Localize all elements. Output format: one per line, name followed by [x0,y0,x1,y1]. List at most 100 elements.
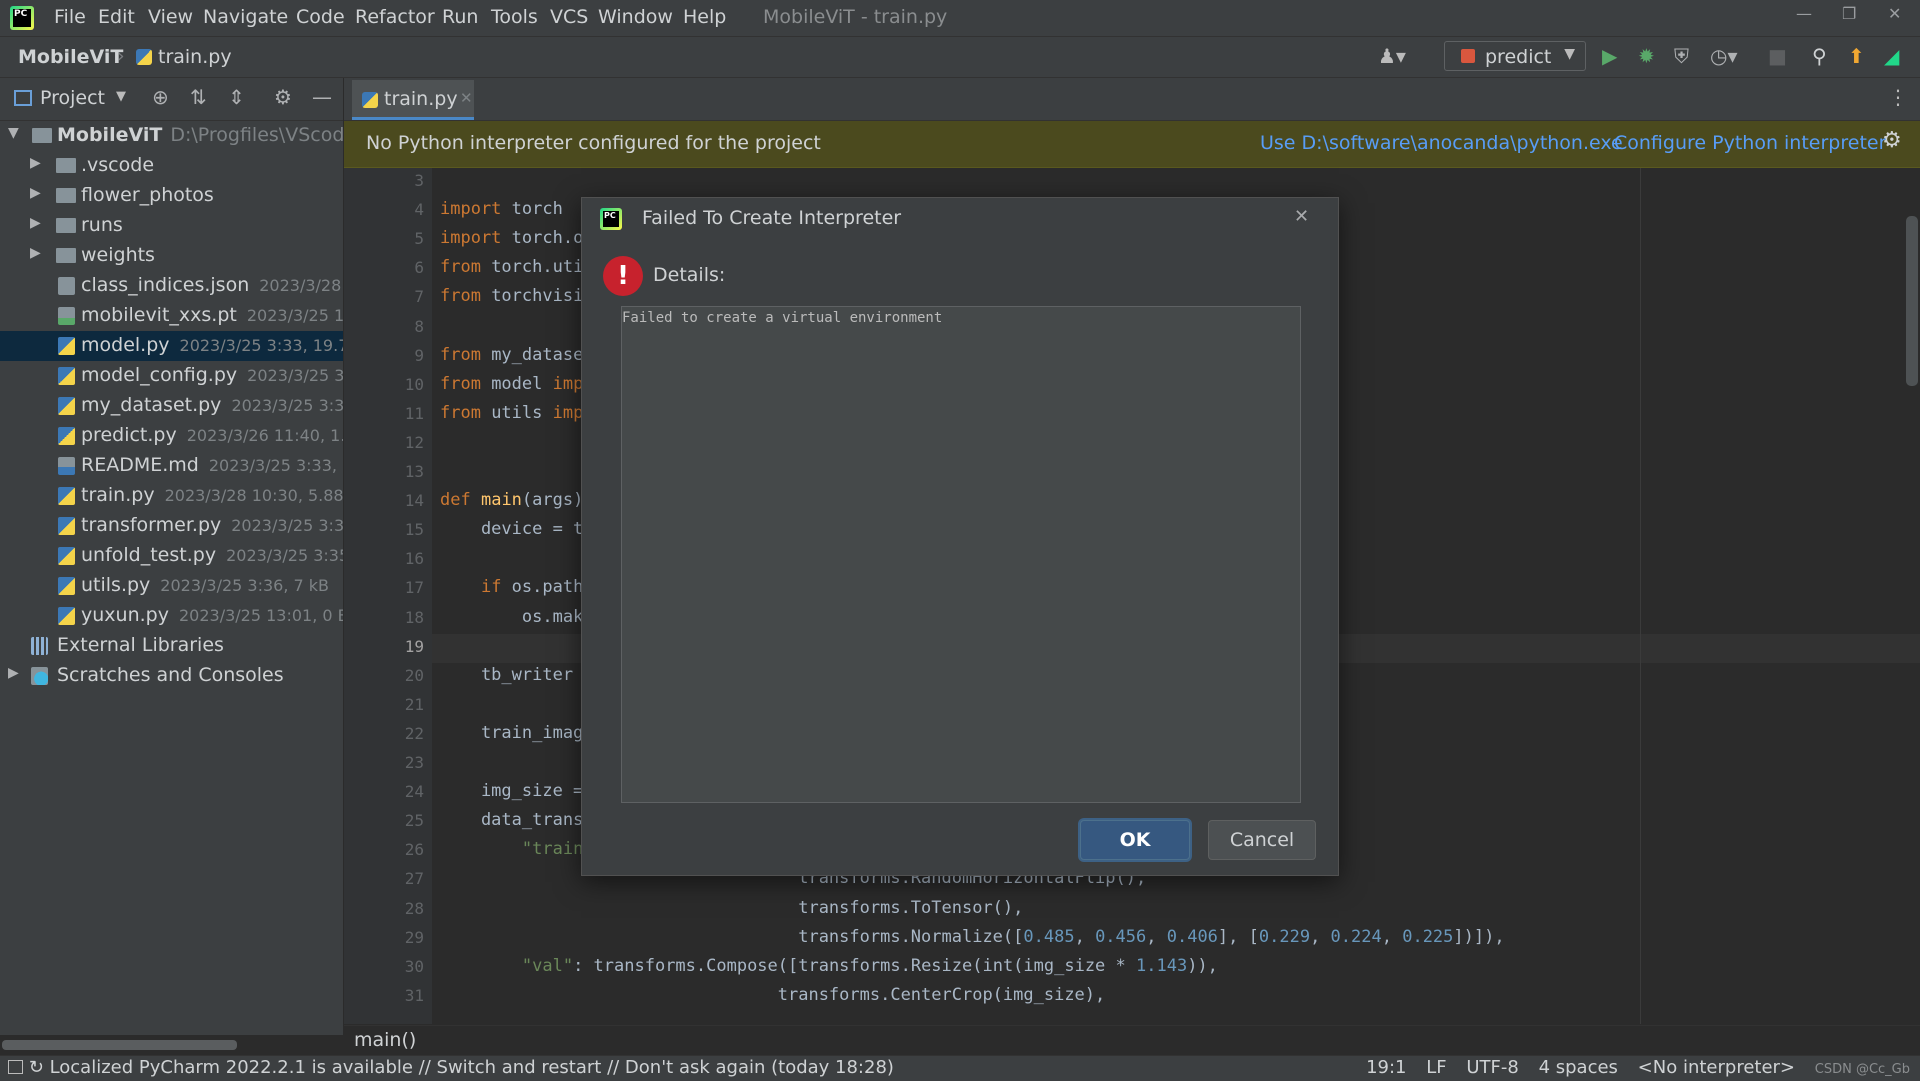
stop-icon[interactable]: ■ [1768,44,1787,68]
menu-tools[interactable]: Tools [491,6,538,28]
tree-item[interactable]: unfold_test.py 2023/3/25 3:35, 1 [0,541,343,571]
indent-setting[interactable]: 4 spaces [1539,1057,1618,1078]
chevron-right-icon[interactable]: ▶ [30,215,41,231]
menu-run[interactable]: Run [442,6,478,28]
coverage-icon[interactable]: ⛨ [1674,44,1689,68]
menu-window[interactable]: Window [598,6,673,28]
code-line[interactable]: transforms.Normalize([0.485, 0.456, 0.40… [440,927,1504,947]
menu-help[interactable]: Help [683,6,726,28]
update-icon[interactable]: ⬆ [1848,44,1865,68]
tree-item[interactable]: utils.py 2023/3/25 3:36, 7 kB [0,571,343,601]
project-view-select[interactable]: Project [40,87,105,109]
code-line[interactable]: transforms.ToTensor(), [440,898,1023,918]
code-line[interactable]: "train [440,839,583,859]
code-line[interactable]: os.mak [440,607,583,627]
menu-refactor[interactable]: Refactor [355,6,435,28]
code-line[interactable]: def main(args) [440,490,583,510]
tree-item[interactable]: ▶ weights [0,241,343,271]
ok-button[interactable]: OK [1080,820,1190,860]
status-message[interactable]: Localized PyCharm 2022.2.1 is available … [50,1057,894,1078]
line-number: 9 [414,345,424,365]
debug-icon[interactable]: ✹ [1638,44,1655,68]
use-interpreter-link[interactable]: Use D:\software\anocanda\python.exe [1260,132,1623,154]
close-icon[interactable]: ✕ [460,89,473,107]
tree-scratches[interactable]: ▶ Scratches and Consoles [0,661,343,691]
tree-root[interactable]: ▼ MobileViT D:\Progfiles\VScode\c [0,121,343,151]
minimize-icon[interactable]: — [1796,4,1812,23]
tree-item[interactable]: ▶ runs [0,211,343,241]
tree-item[interactable]: model_config.py 2023/3/25 3:34 [0,361,343,391]
tree-item[interactable]: predict.py 2023/3/26 11:40, 1.95 [0,421,343,451]
close-window-icon[interactable]: ✕ [1888,4,1901,23]
more-icon[interactable]: ⋮ [1888,85,1908,109]
pycharm-logo-icon[interactable]: PC [10,6,34,30]
tree-item[interactable]: class_indices.json 2023/3/28 10: [0,271,343,301]
code-line[interactable]: from torch.uti [440,257,583,277]
breadcrumb-function[interactable]: main() [354,1029,416,1051]
tree-item[interactable]: ▶ .vscode [0,151,343,181]
locate-icon[interactable]: ⊕ [152,85,169,109]
details-textarea[interactable]: Failed to create a virtual environment [621,306,1301,803]
hide-panel-icon[interactable]: — [312,85,332,109]
tree-item[interactable]: ▶ flower_photos [0,181,343,211]
code-line[interactable]: if os.path [440,577,583,597]
chevron-down-icon[interactable]: ▼ [116,89,126,104]
caret-position[interactable]: 19:1 [1366,1057,1406,1078]
tree-item[interactable]: yuxun.py 2023/3/25 13:01, 0 B [0,601,343,631]
tree-external-libraries[interactable]: External Libraries [0,631,343,661]
editor-scrollbar[interactable] [1906,216,1918,386]
project-tree-scrollbar[interactable] [2,1040,237,1050]
code-line[interactable]: import torch [440,199,563,219]
run-icon[interactable]: ▶ [1602,44,1617,68]
close-icon[interactable]: ✕ [1294,206,1309,227]
expand-all-icon[interactable]: ⇅ [190,85,207,109]
tree-item[interactable]: model.py 2023/3/25 3:33, 19.7 kB [0,331,343,361]
configure-interpreter-link[interactable]: Configure Python interpreter [1614,132,1886,154]
tab-train-py[interactable]: train.py ✕ [352,80,474,120]
profile-icon[interactable]: ◷▾ [1710,44,1738,68]
restore-icon[interactable]: ❐ [1842,4,1856,23]
menu-navigate[interactable]: Navigate [203,6,288,28]
code-line[interactable]: tb_writer [440,665,573,685]
py-file-icon [58,547,75,565]
gear-icon[interactable]: ⚙ [274,85,292,109]
tree-item[interactable]: transformer.py 2023/3/25 3:35, [0,511,343,541]
breadcrumb-file[interactable]: train.py [158,46,232,68]
chevron-right-icon[interactable]: ▶ [30,185,41,201]
chevron-right-icon[interactable]: ▶ [30,245,41,261]
chevron-right-icon[interactable]: ▶ [30,155,41,171]
cancel-button[interactable]: Cancel [1208,820,1316,860]
menu-edit[interactable]: Edit [98,6,135,28]
gear-icon[interactable]: ⚙ [1882,128,1902,153]
code-line[interactable]: "val": transforms.Compose([transforms.Re… [440,956,1218,976]
code-line[interactable]: data_trans [440,810,583,830]
menu-view[interactable]: View [148,6,193,28]
tree-item[interactable]: my_dataset.py 2023/3/25 3:34, 1 [0,391,343,421]
tree-item[interactable]: mobilevit_xxs.pt 2023/3/25 13:1 [0,301,343,331]
code-line[interactable]: from torchvisi [440,286,583,306]
user-icon[interactable]: ♟▾ [1378,44,1406,68]
chevron-right-icon[interactable]: ▶ [8,665,19,681]
code-line[interactable]: device = t [440,519,583,539]
code-line[interactable]: transforms.CenterCrop(img_size), [440,985,1106,1005]
menu-vcs[interactable]: VCS [550,6,588,28]
breadcrumb-project[interactable]: MobileViT [18,46,123,68]
run-configuration-select[interactable]: predict ▼ [1444,41,1586,71]
tree-item[interactable]: train.py 2023/3/28 10:30, 5.88 kB [0,481,343,511]
collapse-all-icon[interactable]: ⇕ [228,85,245,109]
line-separator[interactable]: LF [1426,1057,1446,1078]
interpreter-status[interactable]: <No interpreter> [1638,1057,1795,1078]
code-line[interactable]: from my_datase [440,345,583,365]
menu-file[interactable]: File [54,6,86,28]
code-line[interactable]: from utils imp [440,403,583,423]
code-line[interactable]: import torch.o [440,228,583,248]
code-line[interactable]: img_size = [440,781,583,801]
toggle-tool-windows-icon[interactable] [8,1060,23,1074]
file-encoding[interactable]: UTF-8 [1466,1057,1518,1078]
chevron-down-icon[interactable]: ▼ [8,125,19,141]
tree-item[interactable]: README.md 2023/3/25 3:33, 1.5 [0,451,343,481]
code-with-me-icon[interactable]: ◢ [1884,44,1899,68]
menu-code[interactable]: Code [296,6,345,28]
code-line[interactable]: from model imp [440,374,583,394]
search-icon[interactable]: ⚲ [1812,44,1827,68]
